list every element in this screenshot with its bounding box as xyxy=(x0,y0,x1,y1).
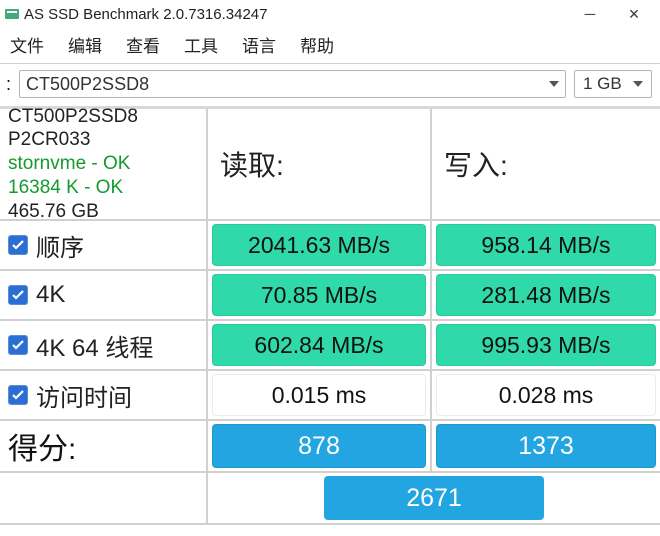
menu-view[interactable]: 查看 xyxy=(126,32,160,57)
size-select-value: 1 GB xyxy=(583,74,622,94)
drive-firmware: P2CR033 xyxy=(8,128,90,152)
menu-language[interactable]: 语言 xyxy=(242,32,276,57)
chevron-down-icon xyxy=(633,81,643,87)
menubar: 文件 编辑 查看 工具 语言 帮助 xyxy=(0,28,660,64)
checkbox-4k64[interactable] xyxy=(8,335,28,355)
menu-file[interactable]: 文件 xyxy=(10,32,44,57)
access-read-value: 0.015 ms xyxy=(212,374,426,416)
drive-select[interactable]: CT500P2SSD8 xyxy=(19,70,566,98)
minimize-button[interactable]: ─ xyxy=(568,6,612,23)
drive-driver-status: stornvme - OK xyxy=(8,152,130,176)
drive-select-value: CT500P2SSD8 xyxy=(26,74,149,95)
row-access-label: 访问时间 xyxy=(36,378,132,413)
menu-tools[interactable]: 工具 xyxy=(184,32,218,57)
access-write-value: 0.028 ms xyxy=(436,374,656,416)
drive-model: CT500P2SSD8 xyxy=(8,105,138,129)
results-grid: CT500P2SSD8 P2CR033 stornvme - OK 16384 … xyxy=(0,107,660,525)
seq-write-value: 958.14 MB/s xyxy=(436,224,656,266)
drive-capacity: 465.76 GB xyxy=(8,200,99,224)
row-seq: 顺序 xyxy=(0,221,208,271)
header-write: 写入: xyxy=(432,109,660,221)
titlebar: AS SSD Benchmark 2.0.7316.34247 ─ × xyxy=(0,0,660,28)
score-total-value: 2671 xyxy=(324,476,544,520)
row-4k64-label: 4K 64 线程 xyxy=(36,328,153,363)
size-select[interactable]: 1 GB xyxy=(574,70,652,98)
seq-read-value: 2041.63 MB/s xyxy=(212,224,426,266)
row-4k: 4K xyxy=(0,271,208,321)
score-read-value: 878 xyxy=(212,424,426,468)
app-icon xyxy=(4,6,20,22)
k4-read-value: 70.85 MB/s xyxy=(212,274,426,316)
drive-info: CT500P2SSD8 P2CR033 stornvme - OK 16384 … xyxy=(0,109,208,221)
drive-alignment-status: 16384 K - OK xyxy=(8,176,123,200)
checkbox-access[interactable] xyxy=(8,385,28,405)
toolbar: : CT500P2SSD8 1 GB xyxy=(0,64,660,107)
score-total-row: 2671 xyxy=(208,473,660,525)
row-access: 访问时间 xyxy=(0,371,208,421)
score-label: 得分: xyxy=(0,421,208,473)
checkbox-seq[interactable] xyxy=(8,235,28,255)
header-read: 读取: xyxy=(208,109,432,221)
score-write-value: 1373 xyxy=(436,424,656,468)
row-seq-label: 顺序 xyxy=(36,228,84,263)
chevron-down-icon xyxy=(549,81,559,87)
k4-64-read-value: 602.84 MB/s xyxy=(212,324,426,366)
window-title: AS SSD Benchmark 2.0.7316.34247 xyxy=(24,6,568,23)
k4-64-write-value: 995.93 MB/s xyxy=(436,324,656,366)
menu-help[interactable]: 帮助 xyxy=(300,32,334,57)
drive-label-colon: : xyxy=(6,74,11,95)
row-4k64: 4K 64 线程 xyxy=(0,321,208,371)
row-4k-label: 4K xyxy=(36,281,65,309)
score-total-spacer xyxy=(0,473,208,525)
k4-write-value: 281.48 MB/s xyxy=(436,274,656,316)
menu-edit[interactable]: 编辑 xyxy=(68,32,102,57)
close-button[interactable]: × xyxy=(612,4,656,25)
checkbox-4k[interactable] xyxy=(8,285,28,305)
